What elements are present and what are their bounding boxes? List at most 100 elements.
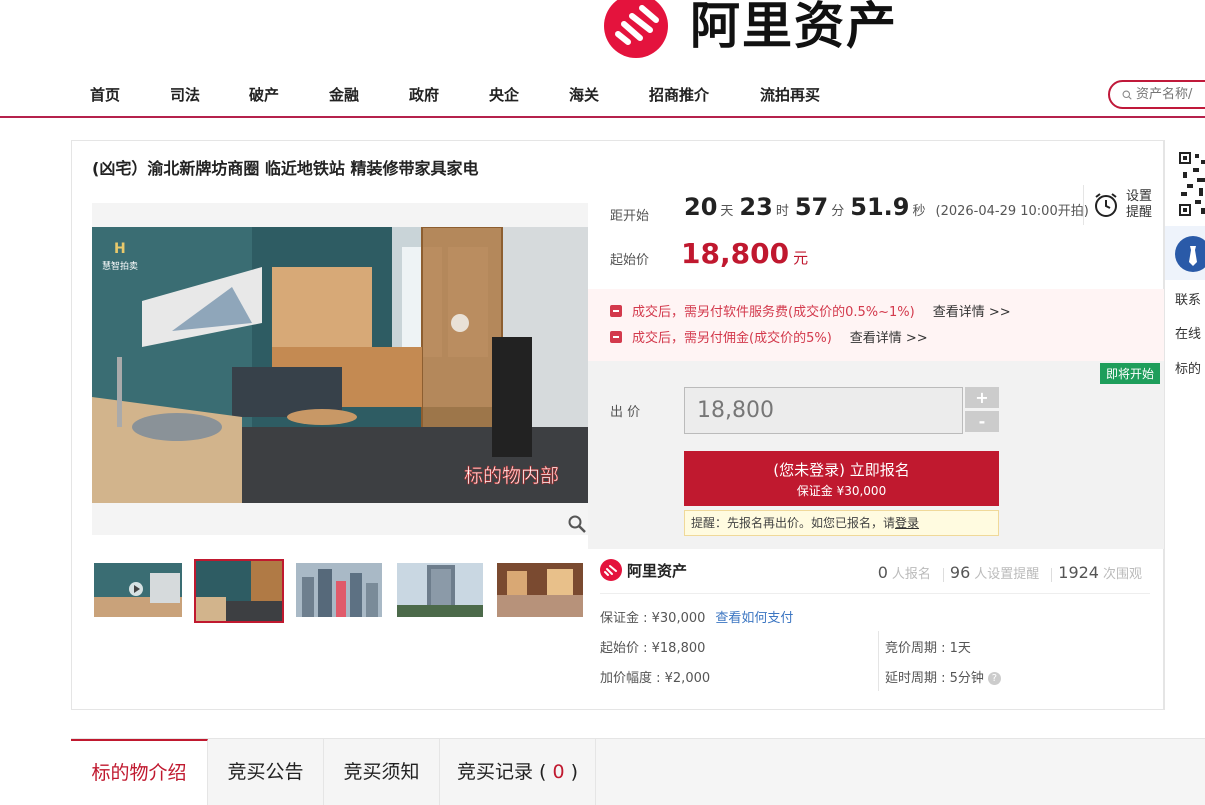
service-fee-link[interactable]: 查看详情 >>	[933, 301, 1011, 320]
thumbnail-tower[interactable]	[397, 563, 483, 617]
how-to-pay-link[interactable]: 查看如何支付	[715, 611, 793, 626]
fee-icon	[610, 330, 622, 343]
search-icon	[1122, 90, 1132, 100]
view-count: 1924	[1058, 563, 1099, 582]
start-price-unit: 元	[793, 249, 809, 267]
fee-icon	[610, 304, 622, 317]
start-price-value: 18,800	[681, 237, 790, 270]
delay-period-value: 延时周期 : 5分钟	[885, 671, 984, 686]
countdown-hours: 23	[739, 193, 773, 221]
nav-bankruptcy[interactable]: 破产	[249, 84, 279, 105]
start-time: (2026-04-29 10:00开拍)	[935, 204, 1089, 219]
fee-notice: 成交后，需另付软件服务费(成交价的0.5%~1%) 查看详情 >> 成交后，需另…	[588, 289, 1168, 361]
service-fee-text: 成交后，需另付软件服务费(成交价的0.5%~1%)	[632, 305, 915, 320]
countdown-label: 距开始	[610, 209, 650, 224]
tab-auction-notice[interactable]: 竞买公告	[208, 739, 324, 805]
contact-label[interactable]: 联系	[1175, 289, 1201, 308]
signup-button[interactable]: (您未登录) 立即报名 保证金 ¥30,000	[684, 451, 999, 506]
signup-count-label: 人报名	[891, 567, 931, 582]
view-count-label: 次围观	[1102, 567, 1142, 582]
nav-customs[interactable]: 海关	[569, 84, 599, 105]
commission-text: 成交后，需另付佣金(成交价的5%)	[632, 331, 832, 346]
login-link[interactable]: 登录	[895, 516, 919, 530]
thumbnail-video[interactable]	[94, 563, 182, 617]
thumbnail-strip	[92, 559, 588, 623]
tab-auction-rules[interactable]: 竞买须知	[324, 739, 440, 805]
item-label[interactable]: 标的	[1175, 358, 1201, 377]
start-price-label: 起始价	[610, 253, 650, 268]
auction-info: 距开始 20 天 23 时 57 分 51.9 秒 (2026-04-29 10:00开拍) 设…	[588, 185, 1168, 549]
thumbnail-city[interactable]	[296, 563, 382, 617]
nav-judicial[interactable]: 司法	[170, 84, 200, 105]
deposit-value: 保证金 : ¥30,000	[600, 611, 706, 626]
online-label[interactable]: 在线	[1175, 323, 1201, 342]
qr-code-icon	[1179, 152, 1205, 216]
search-box[interactable]	[1108, 80, 1205, 109]
countdown: 20 天 23 时 57 分 51.9 秒 (2026-04-29 10:00开拍)	[684, 193, 1089, 221]
countdown-minutes: 57	[794, 193, 829, 221]
seller-brand[interactable]: 阿里资产	[600, 559, 687, 581]
contact-strip	[1165, 226, 1205, 280]
photo-caption: 标的物内部	[464, 465, 559, 487]
set-reminder-button[interactable]: 设置 提醒	[1083, 185, 1152, 225]
reminder-count-label: 人设置提醒	[974, 567, 1040, 582]
bid-records-suffix: )	[570, 761, 579, 783]
help-icon[interactable]: ?	[987, 672, 1001, 685]
bid-records-count: 0	[552, 761, 565, 783]
brand-logo-icon	[600, 559, 622, 581]
engagement-counts: 0 人报名 96 人设置提醒 1924 次围观	[878, 563, 1148, 582]
start-price: 18,800 元	[681, 237, 808, 270]
nav-investment[interactable]: 招商推介	[649, 84, 709, 105]
reminder-line2: 提醒	[1126, 205, 1153, 220]
days-unit: 天	[720, 204, 734, 219]
brand-name: 阿里资产	[690, 0, 898, 55]
nav-government[interactable]: 政府	[409, 84, 439, 105]
reminder-count: 96	[949, 563, 971, 582]
detail-tabs: 标的物介绍 竞买公告 竞买须知 竞买记录 ( 0 )	[71, 738, 1205, 805]
auction-card: (凶宅）渝北新牌坊商圈 临近地铁站 精装修带家具家电 H 慧智拍卖 标的物内部 …	[71, 140, 1168, 710]
bid-label: 出 价	[610, 405, 641, 420]
increment-row: 加价幅度 : ¥2,000	[600, 671, 711, 686]
bid-amount-input[interactable]	[684, 387, 963, 434]
tab-bid-records[interactable]: 竞买记录 ( 0 )	[440, 739, 596, 805]
service-fee-row: 成交后，需另付软件服务费(成交价的0.5%~1%) 查看详情 >>	[610, 301, 1011, 320]
thumbnail-active[interactable]	[194, 559, 284, 623]
minutes-unit: 分	[831, 204, 845, 219]
commission-row: 成交后，需另付佣金(成交价的5%) 查看详情 >>	[610, 327, 928, 346]
main-nav: 首页 司法 破产 金融 政府 央企 海关 招商推介 流拍再买	[0, 70, 1205, 118]
thumbnail-lobby[interactable]	[497, 563, 583, 617]
bid-panel: 即将开始 出 价 + - (您未登录) 立即报名 保证金 ¥30,000 提醒：…	[588, 361, 1164, 549]
commission-link[interactable]: 查看详情 >>	[850, 327, 928, 346]
nav-home[interactable]: 首页	[90, 84, 120, 105]
hours-unit: 时	[775, 204, 789, 219]
decrease-bid-button[interactable]: -	[965, 411, 999, 432]
increase-bid-button[interactable]: +	[965, 387, 999, 408]
search-input[interactable]	[1136, 87, 1205, 102]
nav-relist[interactable]: 流拍再买	[760, 84, 820, 105]
seller-brand-name: 阿里资产	[627, 561, 688, 580]
nav-central-enterprise[interactable]: 央企	[489, 84, 519, 105]
service-avatar-icon[interactable]	[1175, 236, 1205, 272]
countdown-seconds: 51.9	[850, 193, 910, 221]
side-panel: 联系 在线 标的	[1164, 140, 1205, 710]
main-photo[interactable]: H 慧智拍卖 标的物内部	[92, 227, 588, 503]
main-gallery[interactable]: H 慧智拍卖 标的物内部	[92, 203, 588, 535]
brand-logo[interactable]: 阿里资产	[604, 0, 898, 58]
reminder-label: 设置 提醒	[1126, 189, 1152, 221]
start-price-row: 起始价 : ¥18,800	[600, 641, 706, 656]
signup-deposit: 保证金 ¥30,000	[796, 484, 887, 498]
tab-item-intro[interactable]: 标的物介绍	[71, 739, 208, 805]
watermark-mark: H	[114, 241, 126, 257]
login-tip: 提醒：先报名再出价。如您已报名，请登录	[684, 510, 999, 536]
signup-count: 0	[877, 563, 888, 582]
zoom-icon[interactable]	[566, 513, 588, 535]
tip-text: 提醒：先报名再出价。如您已报名，请	[691, 516, 896, 530]
alarm-clock-icon	[1095, 193, 1117, 217]
logo-mark-icon	[604, 0, 668, 58]
nav-finance[interactable]: 金融	[329, 84, 359, 105]
deposit-row: 保证金 : ¥30,000 查看如何支付	[600, 607, 793, 626]
countdown-days: 20	[684, 193, 718, 221]
bid-period-row: 竞价周期 : 1天	[885, 641, 971, 656]
seconds-unit: 秒	[912, 204, 926, 219]
auction-stats: 阿里资产 0 人报名 96 人设置提醒 1924 次围观 保证金 : ¥30,000 查看如…	[588, 553, 1154, 703]
